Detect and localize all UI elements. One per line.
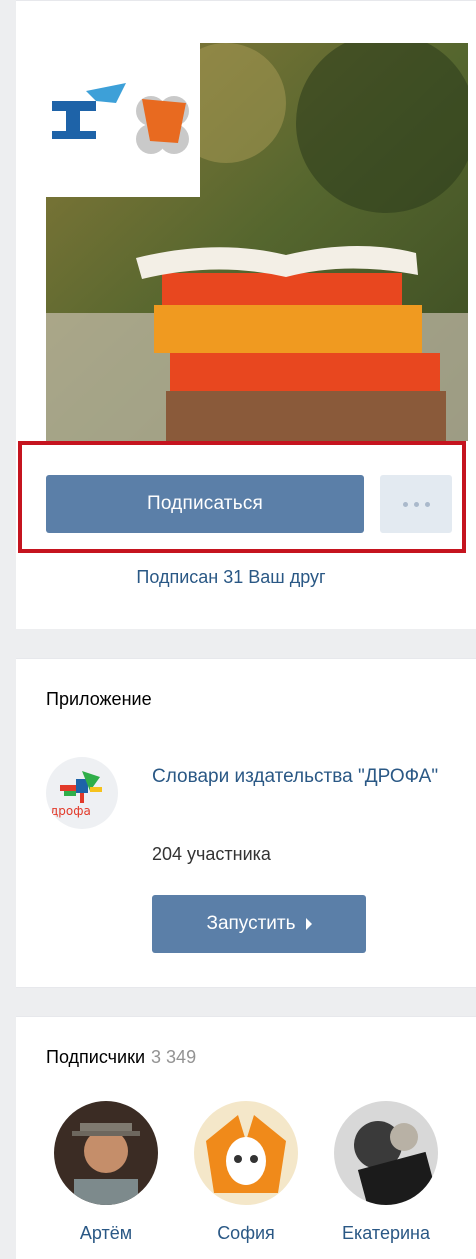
subscribers-title-label: Подписчики — [46, 1047, 146, 1067]
svg-text:дрофа: дрофа — [50, 804, 91, 818]
more-dot-icon — [413, 501, 419, 507]
avatar-image — [54, 1101, 158, 1205]
launch-label: Запустить — [206, 913, 296, 934]
app-card: Приложение дрофа Словари издательства "Д… — [16, 658, 476, 988]
launch-app-button[interactable]: Запустить — [152, 895, 366, 953]
chevron-right-icon — [305, 918, 312, 930]
app-members-count: 204 участника — [152, 844, 271, 864]
community-cover-card: Подписаться Подписан 31 Ваш друг — [16, 0, 476, 629]
avatar[interactable] — [194, 1101, 298, 1205]
avatar[interactable] — [334, 1101, 438, 1205]
avatar-image — [194, 1101, 298, 1205]
subscriber-name[interactable]: София — [217, 1223, 275, 1244]
subscribers-section-title[interactable]: Подписчики 3 349 — [46, 1047, 196, 1068]
drofa-logo-icon — [52, 83, 189, 154]
app-section-title: Приложение — [46, 689, 152, 709]
subscribe-button[interactable]: Подписаться — [46, 475, 364, 533]
subscriber-item[interactable]: Екатерина — [316, 1101, 456, 1244]
subscribers-list: Артём София Екатерина — [36, 1101, 456, 1244]
more-dot-icon — [402, 501, 408, 507]
cover-image[interactable] — [46, 43, 468, 441]
friends-subscribed-link[interactable]: Подписан 31 Ваш друг — [16, 567, 446, 588]
subscribers-count: 3 349 — [151, 1047, 197, 1067]
drofa-app-icon: дрофа — [50, 771, 102, 818]
subscriber-name[interactable]: Екатерина — [342, 1223, 430, 1244]
subscribe-label: Подписаться — [146, 493, 264, 514]
avatar-image — [334, 1101, 438, 1205]
subscriber-name[interactable]: Артём — [80, 1223, 132, 1244]
more-dot-icon — [424, 501, 430, 507]
more-actions-button[interactable] — [380, 475, 452, 533]
community-logo — [46, 43, 200, 197]
app-name-link[interactable]: Словари издательства "ДРОФА" — [152, 762, 462, 791]
subscriber-item[interactable]: София — [176, 1101, 316, 1244]
app-icon[interactable]: дрофа — [46, 757, 118, 829]
avatar[interactable] — [54, 1101, 158, 1205]
subscriber-item[interactable]: Артём — [36, 1101, 176, 1244]
subscribers-card: Подписчики 3 349 Артём София Екатерина — [16, 1016, 476, 1259]
